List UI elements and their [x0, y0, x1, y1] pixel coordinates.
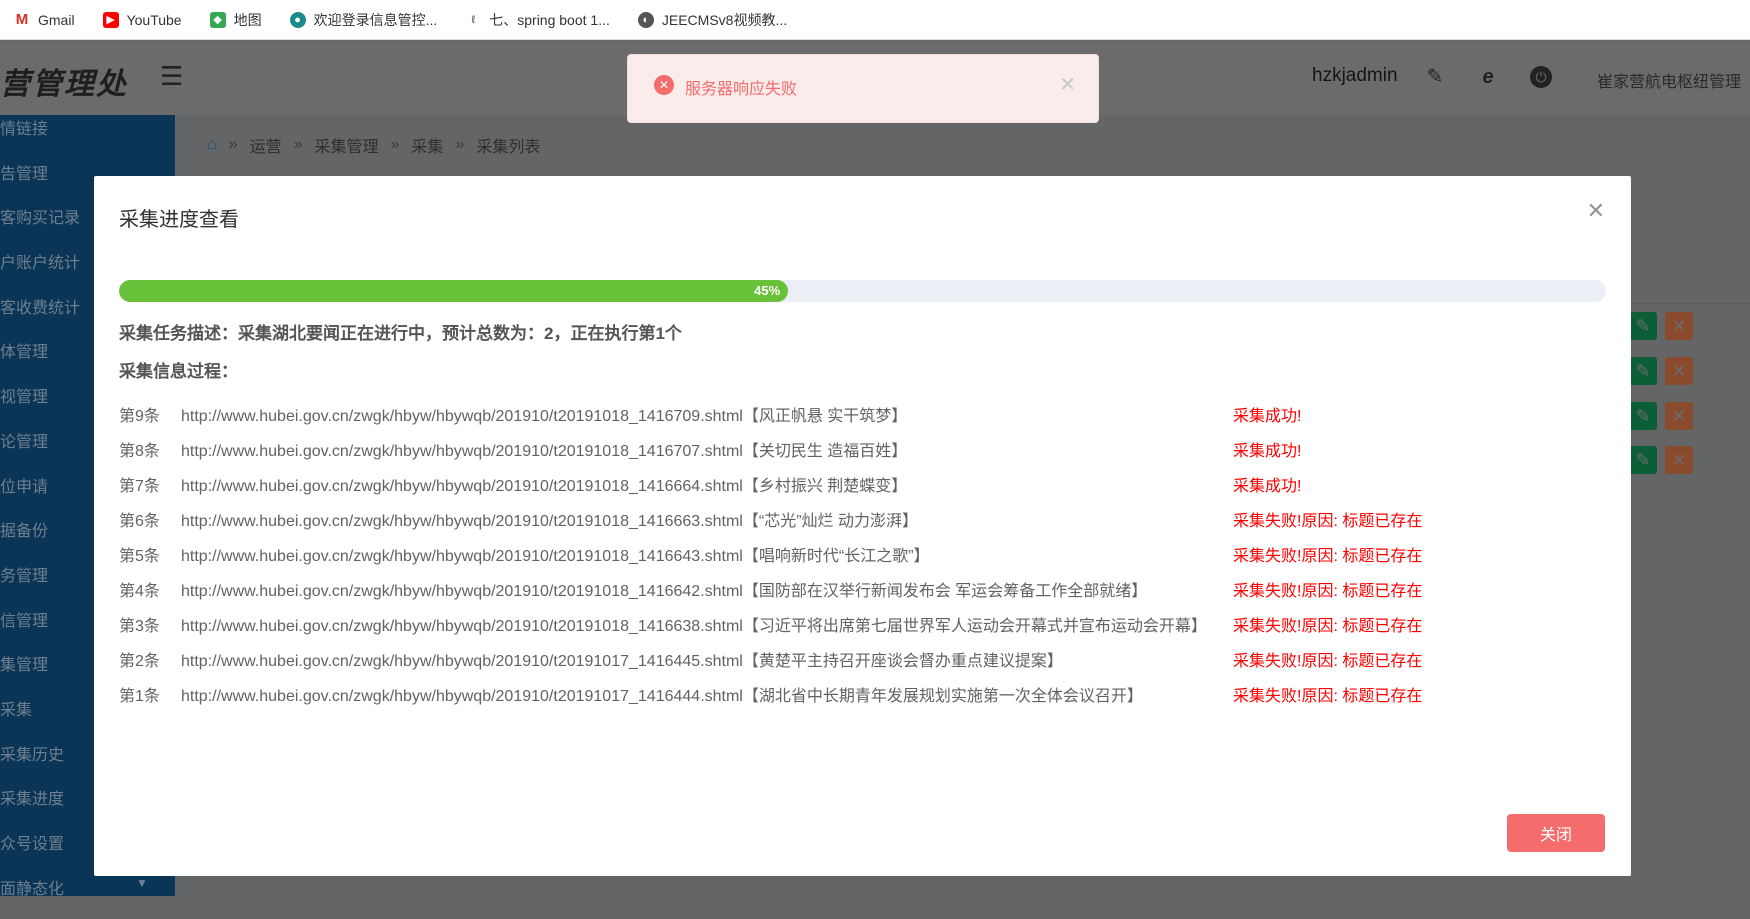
- close-button[interactable]: 关闭: [1507, 814, 1605, 852]
- item-url: http://www.hubei.gov.cn/zwgk/hbyw/hbywqb…: [181, 688, 1143, 705]
- list-item: 第1条 http://www.hubei.gov.cn/zwgk/hbyw/hby…: [119, 686, 1599, 708]
- home-icon[interactable]: ⌂: [207, 136, 217, 154]
- item-url: http://www.hubei.gov.cn/zwgk/hbyw/hbywqb…: [181, 618, 1207, 635]
- item-number: 第5条: [119, 548, 160, 565]
- bookmark-maps[interactable]: ◆ 地图: [209, 10, 262, 30]
- item-url: http://www.hubei.gov.cn/zwgk/hbyw/hbywqb…: [181, 513, 918, 530]
- edit-button[interactable]: ✎: [1629, 402, 1657, 430]
- sidebar-item[interactable]: 情链接: [0, 115, 175, 160]
- item-url: http://www.hubei.gov.cn/zwgk/hbyw/hbywqb…: [181, 408, 908, 425]
- browser-e-icon[interactable]: e: [1477, 66, 1499, 88]
- process-label: 采集信息过程：: [119, 362, 238, 381]
- item-url: http://www.hubei.gov.cn/zwgk/hbyw/hbywqb…: [181, 478, 908, 495]
- list-item: 第9条 http://www.hubei.gov.cn/zwgk/hbyw/hby…: [119, 406, 1599, 428]
- breadcrumb-item[interactable]: 采集管理: [315, 133, 379, 157]
- item-status: 采集失败!原因: 标题已存在: [1233, 548, 1423, 565]
- list-item: 第7条 http://www.hubei.gov.cn/zwgk/hbyw/hby…: [119, 476, 1599, 498]
- item-number: 第8条: [119, 443, 160, 460]
- edit-button[interactable]: ✎: [1629, 312, 1657, 340]
- app-logo: 营管理处: [0, 68, 128, 101]
- toast-close-icon[interactable]: ✕: [1059, 72, 1076, 97]
- separator-icon: »: [455, 136, 465, 153]
- menu-toggle-icon[interactable]: ☰: [160, 63, 183, 89]
- delete-button[interactable]: ✕: [1665, 402, 1693, 430]
- separator-icon: »: [293, 136, 303, 153]
- delete-button[interactable]: ✕: [1665, 312, 1693, 340]
- item-status: 采集失败!原因: 标题已存在: [1233, 513, 1423, 530]
- gmail-icon: M: [15, 10, 29, 28]
- list-item: 第2条 http://www.hubei.gov.cn/zwgk/hbyw/hby…: [119, 651, 1599, 673]
- progress-dialog: 采集进度查看 ✕ 45% 采集任务描述：采集湖北要闻正在进行中，预计总数为：2，…: [94, 176, 1631, 876]
- item-number: 第2条: [119, 653, 160, 670]
- error-icon: ✕: [654, 75, 674, 95]
- list-item: 第8条 http://www.hubei.gov.cn/zwgk/hbyw/hby…: [119, 441, 1599, 463]
- close-icon[interactable]: ✕: [1587, 198, 1605, 224]
- edit-button[interactable]: ✎: [1629, 357, 1657, 385]
- breadcrumb-item[interactable]: 采集: [411, 133, 443, 157]
- toast-message: 服务器响应失败: [685, 81, 798, 98]
- breadcrumb-item[interactable]: 运营: [250, 133, 282, 157]
- delete-button[interactable]: ✕: [1665, 446, 1693, 474]
- username[interactable]: hzkjadmin: [1312, 65, 1398, 87]
- item-status: 采集成功!: [1233, 408, 1302, 425]
- sidebar-item[interactable]: 面静态化: [0, 875, 175, 919]
- globe-icon: ◐: [637, 11, 654, 28]
- item-number: 第9条: [119, 408, 160, 425]
- item-status: 采集成功!: [1233, 443, 1302, 460]
- bookmark-youtube[interactable]: ▶ YouTube: [102, 11, 182, 28]
- org-name: 崔家营航电枢纽管理: [1597, 74, 1742, 91]
- error-toast: ✕ 服务器响应失败 ✕: [627, 54, 1099, 123]
- breadcrumb-item: 采集列表: [476, 139, 541, 156]
- scroll-down-icon[interactable]: ▼: [136, 876, 148, 890]
- bookmark-spring[interactable]: ℓ 七、spring boot 1...: [465, 10, 609, 30]
- item-status: 采集失败!原因: 标题已存在: [1233, 583, 1423, 600]
- breadcrumb: ⌂ » 运营 » 采集管理 » 采集 » 采集列表: [207, 133, 540, 157]
- youtube-icon: ▶: [102, 11, 119, 28]
- dialog-title: 采集进度查看: [119, 209, 239, 231]
- item-status: 采集失败!原因: 标题已存在: [1233, 688, 1423, 705]
- item-url: http://www.hubei.gov.cn/zwgk/hbyw/hbywqb…: [181, 653, 1063, 670]
- item-url: http://www.hubei.gov.cn/zwgk/hbyw/hbywqb…: [181, 583, 1148, 600]
- bookmark-gmail[interactable]: M Gmail: [14, 10, 75, 28]
- list-item: 第5条 http://www.hubei.gov.cn/zwgk/hbyw/hby…: [119, 546, 1599, 568]
- list-item: 第6条 http://www.hubei.gov.cn/zwgk/hbyw/hby…: [119, 511, 1599, 533]
- list-item: 第4条 http://www.hubei.gov.cn/zwgk/hbyw/hby…: [119, 581, 1599, 603]
- progress-bar: 45%: [119, 280, 1606, 302]
- bookmark-jeecms[interactable]: ◐ JEECMSv8视频教...: [637, 10, 787, 30]
- bookmark-info[interactable]: ● 欢迎登录信息管控...: [289, 10, 437, 30]
- maps-icon: ◆: [209, 11, 226, 28]
- item-status: 采集成功!: [1233, 478, 1302, 495]
- delete-button[interactable]: ✕: [1665, 357, 1693, 385]
- task-description: 采集任务描述：采集湖北要闻正在进行中，预计总数为：2，正在执行第1个: [119, 324, 682, 343]
- item-status: 采集失败!原因: 标题已存在: [1233, 653, 1423, 670]
- table-divider: [1631, 303, 1750, 304]
- separator-icon: »: [390, 136, 400, 153]
- progress-fill: 45%: [119, 280, 789, 302]
- bookmarks-bar: M Gmail ▶ YouTube ◆ 地图 ● 欢迎登录信息管控... ℓ 七、spri…: [0, 0, 1750, 40]
- user-edit-icon[interactable]: ✎: [1424, 66, 1446, 88]
- item-number: 第3条: [119, 618, 160, 635]
- item-number: 第6条: [119, 513, 160, 530]
- leaf-icon: ℓ: [471, 13, 476, 26]
- separator-icon: »: [228, 136, 238, 153]
- item-number: 第4条: [119, 583, 160, 600]
- item-url: http://www.hubei.gov.cn/zwgk/hbyw/hbywqb…: [181, 443, 908, 460]
- list-item: 第3条 http://www.hubei.gov.cn/zwgk/hbyw/hby…: [119, 616, 1599, 638]
- process-list: 第9条 http://www.hubei.gov.cn/zwgk/hbyw/hby…: [119, 406, 1599, 721]
- item-status: 采集失败!原因: 标题已存在: [1233, 618, 1423, 635]
- item-url: http://www.hubei.gov.cn/zwgk/hbyw/hbywqb…: [181, 548, 930, 565]
- globe-icon: ●: [289, 11, 306, 28]
- item-number: 第7条: [119, 478, 160, 495]
- item-number: 第1条: [119, 688, 160, 705]
- power-icon[interactable]: ⏻: [1530, 66, 1552, 88]
- edit-button[interactable]: ✎: [1629, 446, 1657, 474]
